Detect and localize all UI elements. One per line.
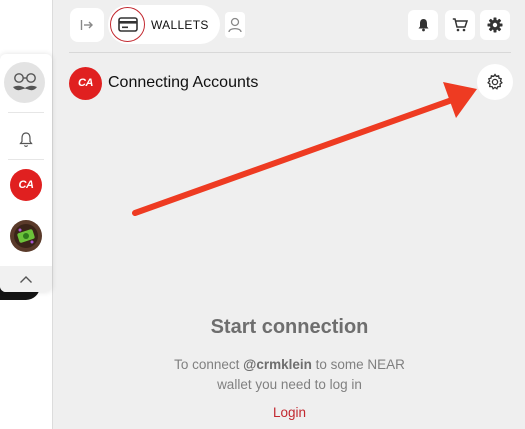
login-link[interactable]: Login: [53, 405, 525, 420]
cart-button[interactable]: [445, 10, 475, 40]
settings-button[interactable]: [480, 10, 510, 40]
user-avatar[interactable]: [4, 62, 45, 103]
bell-outline-icon: [19, 132, 33, 147]
collapse-button[interactable]: [70, 8, 104, 42]
game-app-icon: [14, 224, 38, 248]
description-line-1: To connect @crmklein to some NEAR: [53, 355, 525, 375]
description-suffix: to some NEAR: [311, 357, 405, 372]
wallets-button[interactable]: WALLETS: [108, 5, 220, 44]
user-icon: [228, 17, 242, 33]
sidebar-app-game[interactable]: [10, 220, 42, 252]
wallets-label: WALLETS: [151, 17, 209, 32]
cart-icon: [452, 18, 468, 32]
sidebar: CA: [0, 54, 52, 292]
sidebar-app-connecting-accounts[interactable]: CA: [10, 169, 42, 201]
description-line-2: wallet you need to log in: [217, 377, 362, 392]
app-title: Connecting Accounts: [108, 74, 259, 91]
arrow-to-right-icon: [80, 20, 93, 30]
sidebar-divider: [8, 112, 44, 113]
gear-icon: [487, 17, 503, 33]
wallet-card-icon: [117, 17, 138, 32]
app-logo: CA: [69, 66, 102, 100]
profile-button[interactable]: [225, 12, 245, 38]
app-logo-text: CA: [78, 77, 93, 89]
gear-outline-icon: [487, 73, 503, 90]
main-panel: WALLETS CA Connecting Accounts Start con…: [52, 0, 525, 429]
sidebar-notifications-button[interactable]: [16, 130, 36, 150]
notifications-button[interactable]: [408, 10, 438, 40]
sidebar-app-logo-text: CA: [18, 179, 34, 191]
start-connection-title: Start connection: [210, 316, 369, 338]
chevron-up-icon: [20, 275, 32, 283]
sidebar-collapse-button[interactable]: [0, 266, 52, 292]
description-prefix: To connect: [174, 357, 244, 372]
username: @crmklein: [243, 357, 312, 372]
start-connection-description: To connect @crmklein to some NEAR wallet…: [53, 355, 525, 395]
sidebar-divider: [8, 159, 44, 160]
topbar-divider: [69, 52, 511, 53]
mustache-glasses-avatar-icon: [12, 72, 37, 90]
app-settings-button[interactable]: [477, 64, 513, 100]
wallet-icon-circle: [110, 7, 145, 42]
bell-icon: [418, 19, 428, 32]
app-header: CA Connecting Accounts: [69, 66, 258, 100]
